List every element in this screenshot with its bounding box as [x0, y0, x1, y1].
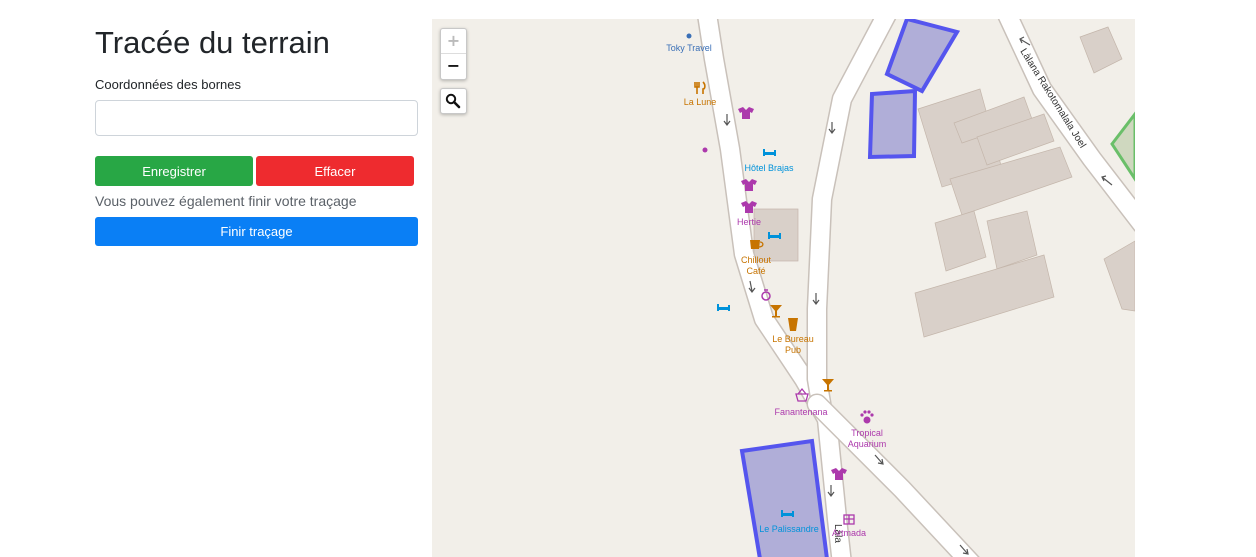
poi-bureau-2: Pub: [785, 345, 801, 355]
poi-chillout-1: Chillout: [741, 255, 772, 265]
hotel-bed-icon-3: [717, 304, 730, 311]
form-panel: Tracée du terrain Coordonnées des bornes…: [95, 20, 418, 246]
poi-bureau-1: Le Bureau: [772, 334, 814, 344]
map-view[interactable]: Làlana Rakotomalala Joel Làla Toky Trave…: [432, 19, 1135, 557]
poi-tropical-1: Tropical: [851, 428, 883, 438]
poi-hertie: Hertie: [737, 217, 761, 227]
travel-dot-icon: [686, 33, 692, 39]
save-button[interactable]: Enregistrer: [95, 156, 253, 186]
page-title: Tracée du terrain: [95, 25, 330, 60]
poi-palissandre: Le Palissandre: [759, 524, 819, 534]
magnifier-icon: [445, 93, 461, 109]
poi-toky-travel: Toky Travel: [666, 43, 712, 53]
zoom-control: + −: [440, 28, 467, 80]
finish-button[interactable]: Finir traçage: [95, 217, 418, 246]
coords-input[interactable]: [95, 100, 418, 136]
restaurant-icon: [694, 81, 706, 94]
poi-chillout-2: Café: [746, 266, 765, 276]
zoom-out-button[interactable]: −: [441, 54, 466, 78]
poi-la-lune: La Lune: [684, 97, 717, 107]
poi-fanantenana: Fanantenana: [774, 407, 827, 417]
poi-hotel-brajas: Hôtel Brajas: [744, 163, 794, 173]
clothes-icon-1: [738, 107, 754, 119]
hotel-bed-icon-1: [763, 149, 776, 156]
map-canvas[interactable]: Làlana Rakotomalala Joel Làla Toky Trave…: [432, 19, 1135, 557]
map-search-button[interactable]: [440, 88, 467, 114]
park-area: [1110, 111, 1135, 182]
pub-icon: [788, 318, 798, 331]
action-buttons: Enregistrer Effacer: [95, 156, 418, 186]
clear-button[interactable]: Effacer: [256, 156, 414, 186]
finish-hint: Vous pouvez également finir votre traçag…: [95, 193, 357, 209]
poi-artmada: Artmada: [832, 528, 866, 538]
poi-tropical-2: Aquarium: [848, 439, 887, 449]
pet-paw-icon: [860, 410, 874, 424]
shop-dot-icon: [702, 147, 708, 153]
coords-label: Coordonnées des bornes: [95, 77, 241, 92]
zoom-in-button[interactable]: +: [441, 29, 466, 54]
